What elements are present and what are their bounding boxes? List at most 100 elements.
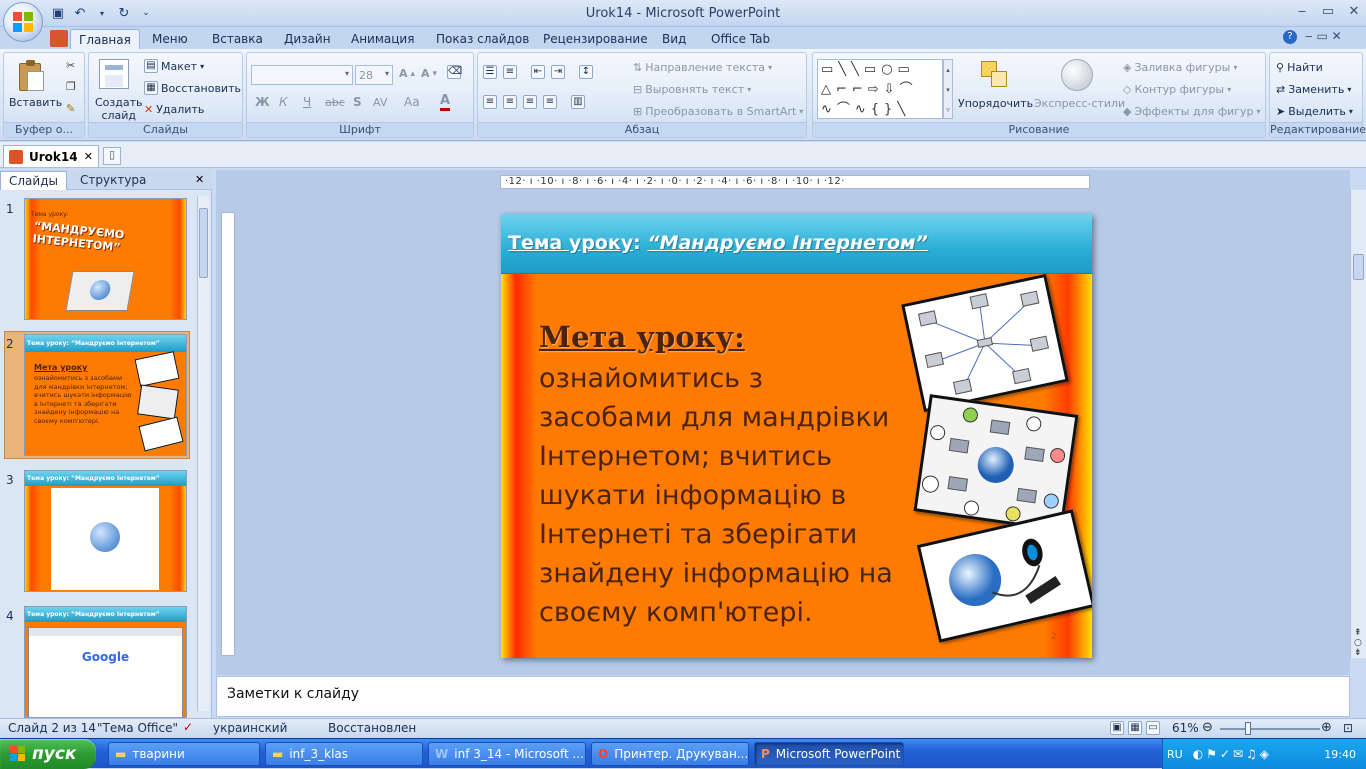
tab-animation[interactable]: Анимация [343, 29, 422, 49]
office-button[interactable] [3, 2, 43, 42]
strikethrough-button[interactable]: abc [325, 96, 345, 109]
copy-icon[interactable]: ❐ [66, 80, 76, 93]
slides-pane-scrollbar[interactable] [197, 196, 209, 711]
increase-indent-icon[interactable]: ⇥ [551, 65, 565, 79]
change-case-button[interactable]: Aa [404, 95, 420, 109]
text-direction-button[interactable]: ⇅ Направление текста ▾ [633, 61, 772, 74]
tab-home[interactable]: Главная [70, 29, 140, 49]
editor-vertical-scrollbar[interactable]: ⇞ ○ ⇟ [1350, 190, 1366, 658]
align-right-icon[interactable]: ≡ [523, 95, 537, 109]
line-spacing-icon[interactable]: ↕ [579, 65, 593, 79]
redo-icon[interactable]: ↻ [116, 5, 132, 21]
font-size-select[interactable]: 28 ▾ [355, 65, 393, 85]
slide-thumbnail-3[interactable]: Тема уроку: “Мандруємо Інтернетом” [24, 470, 187, 592]
smartart-button[interactable]: ⊞ Преобразовать в SmartArt ▾ [633, 105, 803, 118]
align-text-button[interactable]: ⊟ Выровнять текст ▾ [633, 83, 751, 96]
close-tab-icon[interactable]: ✕ [84, 150, 93, 163]
spellcheck-icon[interactable]: ✓ [183, 720, 193, 734]
help-icon[interactable]: ? [1283, 30, 1297, 44]
slide-thumbnail-2[interactable]: Тема уроку: “Мандруємо Інтернетом” Мета … [24, 334, 187, 456]
task-powerpoint[interactable]: P Microsoft PowerPoint ... [754, 742, 904, 766]
tab-slides[interactable]: Слайды [0, 171, 67, 190]
close-button[interactable]: ✕ [1342, 4, 1366, 22]
tab-design[interactable]: Дизайн [276, 29, 339, 49]
tab-view[interactable]: Вид [654, 29, 694, 49]
shapes-gallery[interactable]: ▭╲╲▭○▭ △⌐⌐⇨⇩⌒ ∿⌒∿{}╲ [817, 59, 943, 119]
prev-next-slide-icons[interactable]: ⇞ ○ ⇟ [1354, 628, 1362, 658]
slide-title[interactable]: Тема уроку: “Мандруємо Інтернетом” [508, 232, 928, 254]
paste-button[interactable]: Вставить [9, 96, 62, 109]
ribbon-minimize-icon[interactable]: ‒ ▭ ✕ [1305, 29, 1342, 43]
slide-sorter-icon[interactable]: ▦ [1128, 721, 1142, 735]
normal-view-icon[interactable]: ▣ [1110, 721, 1124, 735]
bullets-icon[interactable]: ☰ [483, 65, 497, 79]
scroll-thumb[interactable] [1353, 254, 1364, 280]
zoom-slider[interactable] [1220, 728, 1320, 730]
customize-qat-icon[interactable]: ⌄ [138, 5, 154, 21]
tab-insert[interactable]: Вставка [204, 29, 271, 49]
internet-icons-picture[interactable] [913, 394, 1079, 532]
justify-icon[interactable]: ≡ [543, 95, 557, 109]
zoom-in-icon[interactable]: ⊕ [1321, 720, 1332, 735]
format-painter-icon[interactable]: ✎ [66, 102, 75, 115]
office-tab-icon[interactable] [50, 30, 68, 47]
arrange-button[interactable]: Упорядочить [958, 97, 1033, 110]
zoom-out-icon[interactable]: ⊖ [1202, 720, 1213, 735]
slideshow-view-icon[interactable]: ▭ [1146, 721, 1160, 735]
bold-button[interactable]: Ж [255, 95, 270, 109]
text-shadow-button[interactable]: S [353, 95, 362, 109]
clear-formatting-icon[interactable]: ⌫ [447, 65, 462, 79]
start-button[interactable]: пуск [0, 739, 96, 769]
slide-thumbnail-1[interactable]: Тема уроку: “МАНДРУЄМО ІНТЕРНЕТОМ” [24, 198, 187, 320]
delete-slide-button[interactable]: ✕ Удалить [144, 103, 204, 116]
tab-menu[interactable]: Меню [144, 29, 196, 49]
shape-effects-button[interactable]: ◆ Эффекты для фигур ▾ [1123, 105, 1261, 118]
task-inf-3-klas[interactable]: ▬ inf_3_klas [265, 742, 423, 766]
save-icon[interactable]: ▣ [50, 5, 66, 21]
undo-icon[interactable]: ↶ [72, 5, 88, 21]
tab-outline[interactable]: Структура [72, 171, 154, 190]
layout-button[interactable]: ▤ Макет ▾ [144, 59, 204, 73]
notes-pane[interactable]: Заметки к слайду [216, 676, 1350, 717]
select-button[interactable]: ➤ Выделить ▾ [1276, 105, 1353, 118]
task-word[interactable]: Winf 3_14 - Microsoft ... [428, 742, 586, 766]
find-button[interactable]: ⚲ Найти [1276, 61, 1323, 74]
minimize-button[interactable]: ‒ [1290, 4, 1314, 22]
slide-thumbnail-4[interactable]: Тема уроку: “Мандруємо Інтернетом” Googl… [24, 606, 187, 718]
font-name-select[interactable]: ▾ [251, 65, 353, 85]
tab-review[interactable]: Рецензирование [535, 29, 656, 49]
numbering-icon[interactable]: ≡ [503, 65, 517, 79]
reset-button[interactable]: ▦ Восстановить [144, 81, 241, 95]
new-doc-tab-icon[interactable]: ▯ [103, 147, 121, 165]
underline-button[interactable]: Ч [303, 95, 311, 109]
tray-icons[interactable]: ◐⚑✓✉♫◈ [1193, 747, 1272, 761]
slide-canvas[interactable]: Тема уроку: “Мандруємо Інтернетом” Мета … [501, 214, 1092, 658]
globe-mouse-picture[interactable] [916, 509, 1092, 643]
shrink-font-icon[interactable]: A ▾ [421, 67, 437, 80]
tab-office-tab[interactable]: Office Tab [703, 29, 778, 49]
goal-heading[interactable]: Мета уроку: [539, 320, 745, 354]
font-color-button[interactable]: A [440, 93, 451, 111]
status-language[interactable]: украинский [213, 721, 287, 735]
shapes-gallery-scroll[interactable]: ▴ ▾ ▿ [943, 59, 953, 119]
grow-font-icon[interactable]: A ▴ [399, 67, 415, 80]
align-left-icon[interactable]: ≡ [483, 95, 497, 109]
new-slide-button[interactable]: Создать слайд [95, 96, 143, 122]
goal-text[interactable]: ознайомитись з засобами для мандрівки Ін… [539, 359, 899, 632]
columns-icon[interactable]: ▥ [571, 95, 585, 109]
replace-button[interactable]: ⇄ Заменить ▾ [1276, 83, 1351, 96]
undo-dropdown-icon[interactable]: ▾ [94, 5, 110, 21]
zoom-slider-thumb[interactable] [1245, 722, 1251, 735]
network-picture[interactable] [901, 273, 1069, 413]
italic-button[interactable]: К [279, 95, 288, 109]
align-center-icon[interactable]: ≡ [503, 95, 517, 109]
maximize-button[interactable]: ▭ [1316, 4, 1340, 22]
task-opera[interactable]: O Принтер. Друкуван... [591, 742, 749, 766]
task-tvaryny[interactable]: ▬ тварини [108, 742, 260, 766]
quick-styles-button[interactable]: Экспресс-стили [1034, 97, 1125, 110]
doc-tab-urok14[interactable]: Urok14 ✕ [3, 145, 99, 167]
shape-outline-button[interactable]: ◇ Контур фигуры ▾ [1123, 83, 1231, 96]
shape-fill-button[interactable]: ◈ Заливка фигуры ▾ [1123, 61, 1237, 74]
fit-to-window-icon[interactable]: ⊡ [1343, 721, 1353, 735]
zoom-level[interactable]: 61% [1172, 721, 1199, 735]
